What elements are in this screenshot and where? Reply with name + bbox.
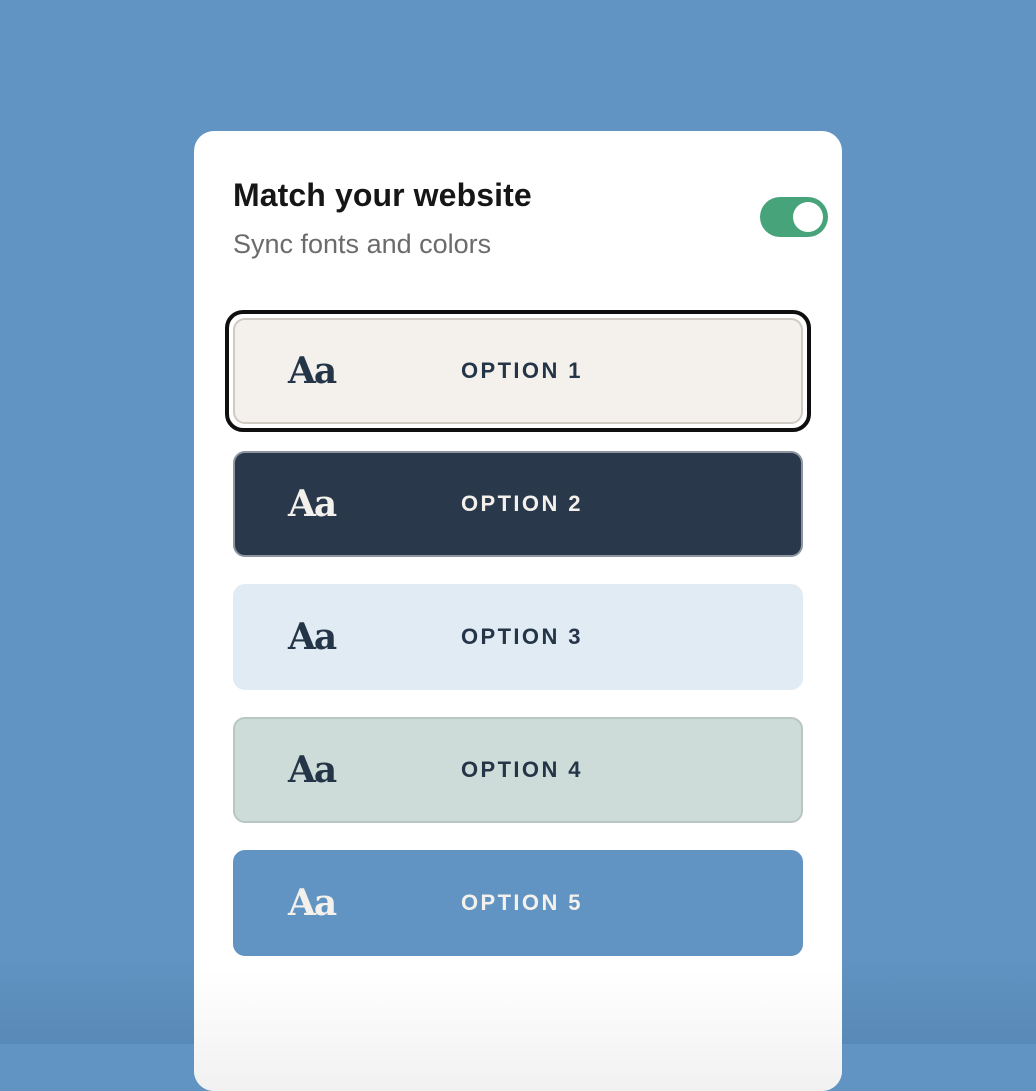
card-bottom-fade bbox=[194, 971, 842, 1091]
option-label: OPTION 5 bbox=[461, 890, 583, 915]
option-4-card[interactable]: Aa OPTION 4 bbox=[233, 717, 803, 823]
font-sample-icon: Aa bbox=[288, 350, 337, 392]
font-sample-icon: Aa bbox=[288, 616, 337, 658]
card-header: Match your website Sync fonts and colors bbox=[233, 177, 828, 267]
font-sample-icon: Aa bbox=[288, 882, 337, 924]
option-label: OPTION 3 bbox=[461, 624, 583, 649]
option-label: OPTION 2 bbox=[461, 491, 583, 516]
option-2-card[interactable]: Aa OPTION 2 bbox=[233, 451, 803, 557]
panel-title: Match your website bbox=[233, 177, 532, 213]
font-sample-icon: Aa bbox=[288, 749, 337, 791]
match-website-toggle[interactable] bbox=[760, 197, 828, 237]
option-3-card[interactable]: Aa OPTION 3 bbox=[233, 584, 803, 690]
font-sample-icon: Aa bbox=[288, 483, 337, 525]
option-5-card[interactable]: Aa OPTION 5 bbox=[233, 850, 803, 956]
settings-card: Match your website Sync fonts and colors… bbox=[194, 131, 842, 1091]
option-1-card[interactable]: Aa OPTION 1 bbox=[225, 310, 811, 432]
toggle-knob bbox=[793, 202, 823, 232]
panel-subtitle: Sync fonts and colors bbox=[233, 229, 492, 259]
option-label: OPTION 4 bbox=[461, 757, 583, 782]
option-label: OPTION 1 bbox=[461, 358, 583, 383]
